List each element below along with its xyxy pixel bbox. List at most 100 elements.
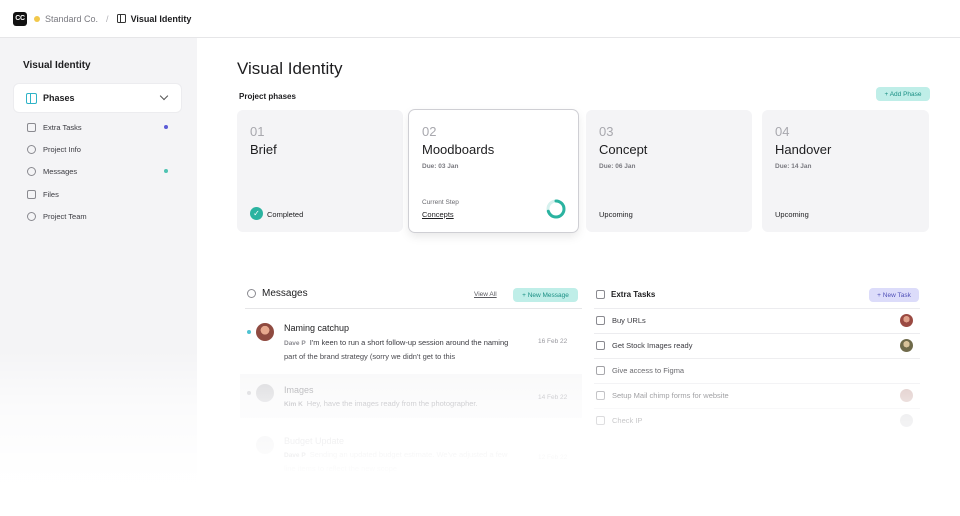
new-task-button[interactable]: + New Task xyxy=(869,288,919,302)
phase-card-brief[interactable]: 01 Brief ✓ Completed xyxy=(237,110,403,232)
sidebar-item-extra-tasks[interactable]: Extra Tasks xyxy=(27,121,172,133)
check-icon: ✓ xyxy=(250,207,263,220)
avatar xyxy=(256,436,274,454)
breadcrumb-current[interactable]: Visual Identity xyxy=(131,14,192,24)
task-checkbox[interactable] xyxy=(596,341,605,350)
chat-icon xyxy=(247,289,256,298)
sidebar-item-label: Project Team xyxy=(43,211,87,221)
message-subject: Naming catchup xyxy=(284,323,350,333)
phase-number: 03 xyxy=(599,124,614,139)
avatar xyxy=(900,314,913,327)
divider xyxy=(245,308,582,309)
chevron-down-icon[interactable] xyxy=(159,91,169,101)
unread-dot xyxy=(247,330,251,334)
task-label: Give access to Figma xyxy=(612,366,685,375)
message-preview: Dave P Sending an updated budget estimate… xyxy=(284,449,514,475)
sidebar-item-label: Messages xyxy=(43,166,78,176)
phase-number: 02 xyxy=(422,124,437,139)
phase-due-date: Due: 14 Jan xyxy=(775,163,812,170)
phase-due-date: Due: 06 Jan xyxy=(599,163,636,170)
phase-status: Upcoming xyxy=(775,210,809,219)
tasks-header: Extra Tasks xyxy=(596,290,655,299)
message-subject: Budget Update xyxy=(284,436,345,446)
phase-card-handover[interactable]: 04 Handover Due: 14 Jan Upcoming xyxy=(762,110,929,232)
chat-icon xyxy=(27,166,36,176)
users-icon xyxy=(27,211,36,221)
message-item[interactable]: Budget Update Dave P Sending an updated b… xyxy=(240,430,582,474)
sidebar-item-project-info[interactable]: Project Info xyxy=(27,143,172,155)
avatar xyxy=(256,323,274,341)
message-date: 14 Feb 22 xyxy=(538,394,568,401)
task-checkbox[interactable] xyxy=(596,316,605,325)
sidebar-item-messages[interactable]: Messages xyxy=(27,165,172,177)
message-date: 12 Feb 22 xyxy=(538,454,568,461)
phase-number: 04 xyxy=(775,124,790,139)
messages-header: Messages xyxy=(247,288,308,299)
phase-status: Completed xyxy=(267,210,304,219)
messages-title: Messages xyxy=(262,288,308,299)
phase-status: Upcoming xyxy=(599,210,633,219)
sidebar-item-label: Extra Tasks xyxy=(43,122,82,132)
message-item[interactable]: Naming catchup Dave P I'm keen to run a s… xyxy=(240,318,582,370)
avatar xyxy=(900,339,913,352)
phase-card-moodboards[interactable]: 02 Moodboards Due: 03 Jan Current Step C… xyxy=(409,110,578,232)
phase-due-date: Due: 03 Jan xyxy=(422,163,459,170)
breadcrumb-org[interactable]: Standard Co. xyxy=(45,14,98,24)
task-item[interactable]: Setup Mail chimp forms for website xyxy=(594,383,920,408)
checklist-icon xyxy=(27,122,36,132)
task-item[interactable]: Check IP xyxy=(594,408,920,433)
message-author: Kim K xyxy=(284,401,303,408)
sidebar-item-files[interactable]: Files xyxy=(27,188,172,200)
top-bar: CC Standard Co. / Visual Identity xyxy=(0,0,960,38)
sidebar: Visual Identity Phases Extra Tasks Proje… xyxy=(0,38,197,516)
unread-dot xyxy=(247,391,251,395)
phase-name: Moodboards xyxy=(422,142,495,157)
company-logo[interactable]: CC xyxy=(13,11,27,26)
message-body: Hey, have the images ready from the phot… xyxy=(306,399,478,408)
sidebar-item-phases[interactable]: Phases xyxy=(14,84,181,112)
message-subject: Images xyxy=(284,385,314,395)
message-body: I'm keen to run a short follow-up sessio… xyxy=(284,338,509,361)
checklist-icon xyxy=(596,290,605,299)
view-all-link[interactable]: View All xyxy=(474,291,497,298)
phase-name: Concept xyxy=(599,142,648,157)
message-preview: Dave P I'm keen to run a short follow-up … xyxy=(284,337,514,363)
current-step-label: Current Step xyxy=(422,199,459,206)
info-icon xyxy=(27,144,36,154)
tasks-title: Extra Tasks xyxy=(611,290,656,299)
sidebar-panel-icon xyxy=(116,14,126,23)
avatar xyxy=(900,414,913,427)
message-date: 16 Feb 22 xyxy=(538,338,568,345)
task-checkbox[interactable] xyxy=(596,366,605,375)
message-body: Sending an updated budget estimate. We'v… xyxy=(284,450,508,473)
phase-name: Brief xyxy=(250,142,277,157)
notification-dot xyxy=(164,169,168,173)
phase-card-concept[interactable]: 03 Concept Due: 06 Jan Upcoming xyxy=(586,110,752,232)
sidebar-item-project-team[interactable]: Project Team xyxy=(27,210,172,222)
sidebar-item-label: Files xyxy=(43,189,59,199)
task-item[interactable]: Get Stock Images ready xyxy=(594,333,920,358)
avatar xyxy=(900,389,913,402)
progress-ring-icon xyxy=(546,199,566,219)
task-checkbox[interactable] xyxy=(596,416,605,425)
task-checkbox[interactable] xyxy=(596,391,605,400)
task-item[interactable]: Give access to Figma xyxy=(594,358,920,383)
task-label: Buy URLs xyxy=(612,316,646,325)
org-status-dot xyxy=(34,15,40,22)
add-phase-button[interactable]: + Add Phase xyxy=(876,87,930,101)
file-icon xyxy=(27,189,36,199)
phase-number: 01 xyxy=(250,124,265,139)
new-message-button[interactable]: + New Message xyxy=(513,288,578,302)
sidebar-item-label: Phases xyxy=(43,93,75,103)
task-label: Get Stock Images ready xyxy=(612,341,693,350)
sidebar-item-label: Project Info xyxy=(43,144,81,154)
page-title: Visual Identity xyxy=(237,59,343,78)
section-label-phases: Project phases xyxy=(239,92,296,101)
message-author: Dave P xyxy=(284,452,306,459)
task-item[interactable]: Buy URLs xyxy=(594,308,920,333)
panel-icon xyxy=(26,92,37,104)
sidebar-title: Visual Identity xyxy=(23,60,91,71)
message-item[interactable]: Images Kim K Hey, have the images ready f… xyxy=(240,374,582,418)
phase-name: Handover xyxy=(775,142,832,157)
current-step-link[interactable]: Concepts xyxy=(422,210,454,219)
